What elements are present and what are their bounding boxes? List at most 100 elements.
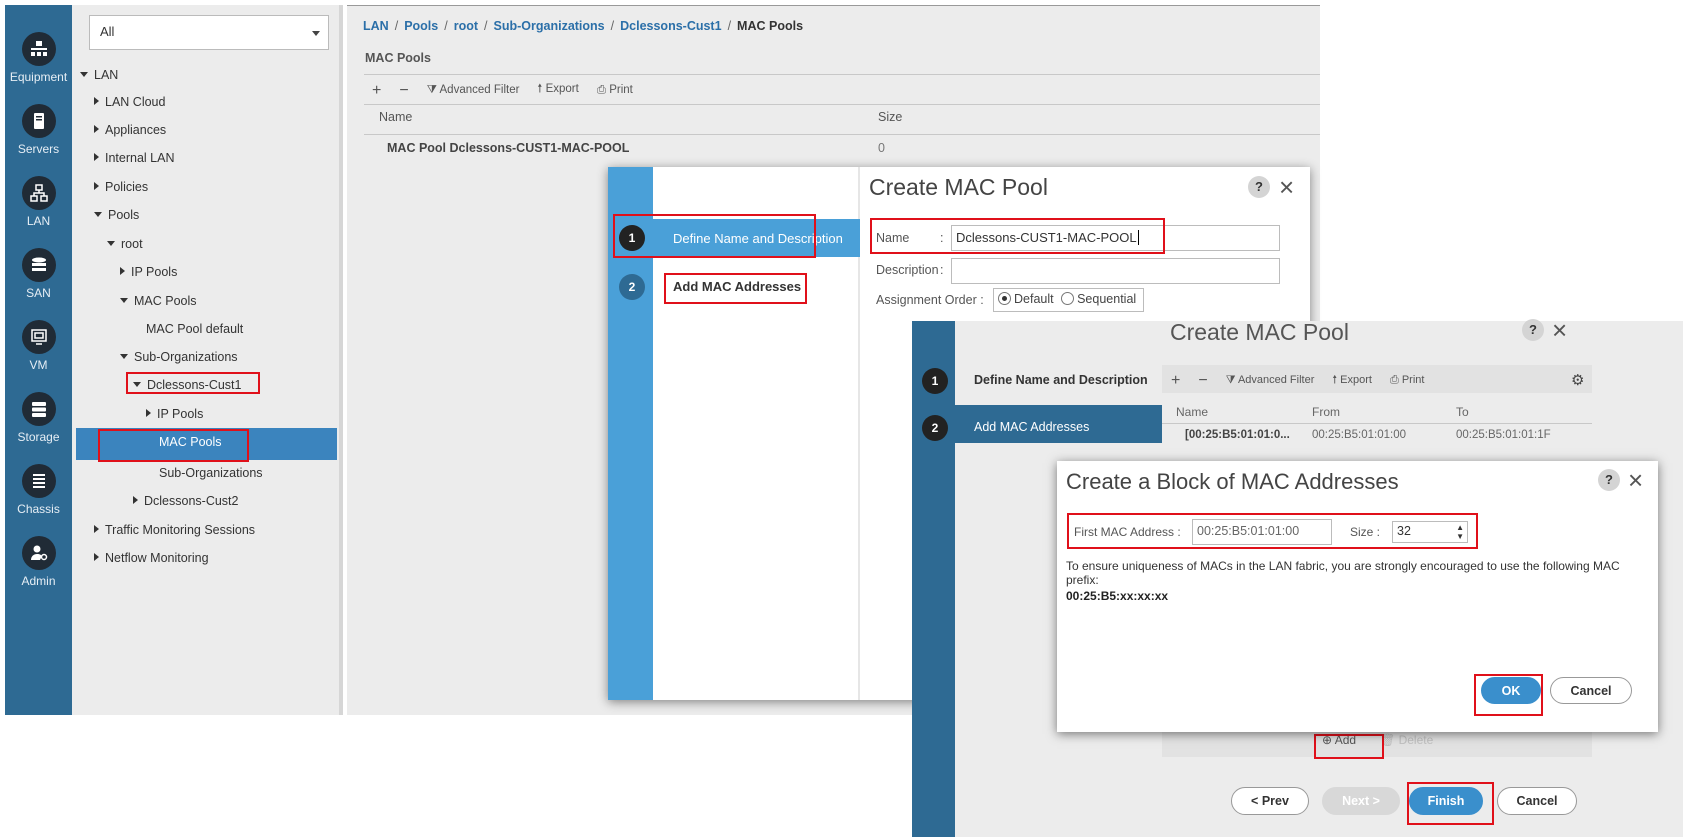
column-header-from[interactable]: From <box>1312 405 1340 419</box>
collapsed-arrow-icon[interactable] <box>146 409 151 417</box>
column-header-name[interactable]: Name <box>379 110 412 124</box>
tree-node-label: Appliances <box>105 123 167 137</box>
tree-node-appliances[interactable]: Appliances <box>94 123 166 137</box>
export-button[interactable]: 🠕 Export <box>1332 371 1372 390</box>
tree-node-dclessons-cust2[interactable]: Dclessons-Cust2 <box>133 494 238 508</box>
rail-item-admin[interactable]: Admin <box>5 536 72 588</box>
filter-select[interactable]: All <box>89 15 329 50</box>
column-header-to[interactable]: To <box>1456 405 1469 419</box>
tree-node-internal-lan[interactable]: Internal LAN <box>94 151 174 165</box>
radio-sequential[interactable]: Sequential <box>1061 292 1136 306</box>
collapsed-arrow-icon[interactable] <box>94 553 99 561</box>
tree-node-netflow-monitoring[interactable]: Netflow Monitoring <box>94 551 209 565</box>
collapsed-arrow-icon[interactable] <box>94 153 99 161</box>
collapsed-arrow-icon[interactable] <box>94 525 99 533</box>
tree-node-cust1-sub-organizations[interactable]: Sub-Organizations <box>159 466 263 480</box>
table-row[interactable]: MAC Pool Dclessons-CUST1-MAC-POOL 0 <box>387 141 1337 161</box>
print-button[interactable]: ⎙ Print <box>597 84 633 97</box>
ok-button[interactable]: OK <box>1481 677 1541 704</box>
description-input[interactable] <box>951 258 1280 284</box>
tree-node-ip-pools[interactable]: IP Pools <box>120 265 177 279</box>
tree-node-cust1-mac-pools[interactable]: MAC Pools <box>159 435 222 449</box>
first-mac-label: First MAC Address : <box>1074 525 1181 539</box>
add-button[interactable]: + <box>1171 372 1180 390</box>
divider <box>364 104 1320 105</box>
rail-item-lan[interactable]: LAN <box>5 176 72 228</box>
tree-node-sub-organizations[interactable]: Sub-Organizations <box>120 350 238 364</box>
breadcrumb-root[interactable]: root <box>454 19 478 33</box>
row-name: [00:25:B5:01:01:0... <box>1185 429 1290 441</box>
chevron-down-icon[interactable] <box>312 31 320 36</box>
rail-item-vm[interactable]: VM <box>5 320 72 372</box>
gear-icon[interactable]: ⚙ <box>1571 371 1584 389</box>
breadcrumb-pools[interactable]: Pools <box>404 19 438 33</box>
tree-node-root[interactable]: root <box>107 237 143 251</box>
collapsed-arrow-icon[interactable] <box>94 182 99 190</box>
column-header-name[interactable]: Name <box>1176 405 1208 419</box>
breadcrumb-dclessons-cust1[interactable]: Dclessons-Cust1 <box>620 19 721 33</box>
cancel-button[interactable]: Cancel <box>1497 787 1577 815</box>
delete-block-button[interactable]: 🗑 Delete <box>1380 733 1433 747</box>
collapsed-arrow-icon[interactable] <box>94 125 99 133</box>
expanded-arrow-icon[interactable] <box>133 382 141 387</box>
add-block-button[interactable]: ⊕ Add <box>1322 733 1356 747</box>
expanded-arrow-icon[interactable] <box>120 354 128 359</box>
remove-button[interactable]: − <box>399 82 408 100</box>
help-icon[interactable]: ? <box>1598 469 1620 491</box>
step-label-define-name[interactable]: Define Name and Description <box>974 373 1148 387</box>
stepper-arrows-icon[interactable]: ▲ ▼ <box>1456 523 1464 541</box>
radio-sequential-indicator[interactable] <box>1061 292 1075 305</box>
collapsed-arrow-icon[interactable] <box>120 267 125 275</box>
help-icon[interactable]: ? <box>1522 319 1544 341</box>
rail-item-chassis[interactable]: Chassis <box>5 464 72 516</box>
remove-button[interactable]: − <box>1198 372 1207 390</box>
rail-item-equipment[interactable]: Equipment <box>5 32 72 84</box>
expanded-arrow-icon[interactable] <box>80 72 88 77</box>
step-label-add-mac[interactable]: Add MAC Addresses <box>673 279 801 294</box>
export-label: Export <box>1340 374 1372 386</box>
collapsed-arrow-icon[interactable] <box>94 97 99 105</box>
collapsed-arrow-icon[interactable] <box>133 496 138 504</box>
close-icon[interactable]: × <box>1279 174 1294 200</box>
tree-node-mac-pools[interactable]: MAC Pools <box>120 294 197 308</box>
size-stepper[interactable]: 32 ▲ ▼ <box>1392 521 1468 543</box>
tree-node-mac-pool-default[interactable]: MAC Pool default <box>146 322 243 336</box>
export-button[interactable]: 🠕 Export <box>537 81 578 100</box>
tree-node-policies[interactable]: Policies <box>94 180 148 194</box>
expanded-arrow-icon[interactable] <box>107 241 115 246</box>
tree-node-dclessons-cust1[interactable]: Dclessons-Cust1 <box>133 378 241 392</box>
tree-node-cust1-ip-pools[interactable]: IP Pools <box>146 407 203 421</box>
finish-button[interactable]: Finish <box>1409 787 1483 815</box>
first-mac-input[interactable]: 00:25:B5:01:01:00 <box>1192 519 1332 545</box>
breadcrumb-sub-organizations[interactable]: Sub-Organizations <box>494 19 605 33</box>
close-icon[interactable]: × <box>1628 467 1643 493</box>
rail-item-storage[interactable]: Storage <box>5 392 72 444</box>
tree-node-lan-cloud[interactable]: LAN Cloud <box>94 95 165 109</box>
expanded-arrow-icon[interactable] <box>94 212 102 217</box>
prev-button[interactable]: < Prev <box>1231 787 1309 815</box>
tree-node-pools[interactable]: Pools <box>94 208 139 222</box>
breadcrumb-separator: / <box>727 19 732 33</box>
radio-default-indicator[interactable] <box>998 292 1011 305</box>
tree-node-traffic-monitoring[interactable]: Traffic Monitoring Sessions <box>94 523 255 537</box>
advanced-filter-button[interactable]: ⧩ Advanced Filter <box>427 84 520 97</box>
step-label-define-name[interactable]: Define Name and Description <box>673 231 843 246</box>
help-icon[interactable]: ? <box>1248 176 1270 198</box>
cancel-button[interactable]: Cancel <box>1550 677 1632 704</box>
radio-default[interactable]: Default <box>998 292 1054 306</box>
tree-node-lan[interactable]: LAN <box>80 68 118 82</box>
rail-item-san[interactable]: SAN <box>5 248 72 300</box>
step-label-add-mac[interactable]: Add MAC Addresses <box>974 420 1089 434</box>
print-button[interactable]: ⎙ Print <box>1390 374 1424 387</box>
add-button[interactable]: + <box>372 82 381 100</box>
name-input-value: Dclessons-CUST1-MAC-POOL <box>956 230 1137 245</box>
close-icon[interactable]: × <box>1552 317 1567 343</box>
column-header-size[interactable]: Size <box>878 110 902 124</box>
expanded-arrow-icon[interactable] <box>120 298 128 303</box>
table-row[interactable]: [00:25:B5:01:01:0... 00:25:B5:01:01:00 0… <box>1162 427 1592 447</box>
name-input[interactable]: Dclessons-CUST1-MAC-POOL <box>951 225 1280 251</box>
rail-item-servers[interactable]: Servers <box>5 104 72 156</box>
next-button[interactable]: Next > <box>1322 787 1400 815</box>
breadcrumb-lan[interactable]: LAN <box>363 19 389 33</box>
advanced-filter-button[interactable]: ⧩ Advanced Filter <box>1226 374 1315 387</box>
